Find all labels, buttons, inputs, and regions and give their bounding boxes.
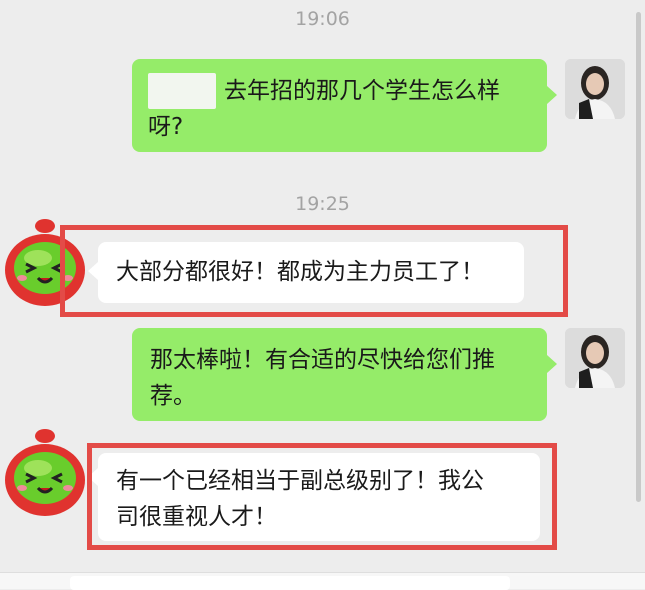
timestamp: 19:25 [295,193,350,215]
user-avatar[interactable] [565,59,625,119]
green-cartoon-face-icon [5,429,85,516]
message-text: 那太棒啦！有合适的尽快给您们推 [150,347,495,373]
highlight-box [60,225,568,317]
message-text: 荐。 [150,383,196,409]
user-avatar[interactable] [565,328,625,388]
bubble-tail [547,86,557,104]
woman-portrait-icon [565,328,625,388]
woman-portrait-icon [565,59,625,119]
scrollbar[interactable] [636,12,641,502]
sent-message-bubble[interactable]: 去年招的那几个学生怎么样 呀? [132,59,547,152]
bubble-tail [547,355,557,373]
message-text: 呀? [148,114,184,140]
contact-avatar[interactable] [2,428,88,520]
timestamp: 19:06 [295,8,350,30]
highlight-box [87,443,557,550]
redacted-name-placeholder [148,73,216,109]
message-text: 去年招的那几个学生怎么样 [224,78,500,104]
sent-message-bubble[interactable]: 那太棒啦！有合适的尽快给您们推 荐。 [132,328,547,421]
